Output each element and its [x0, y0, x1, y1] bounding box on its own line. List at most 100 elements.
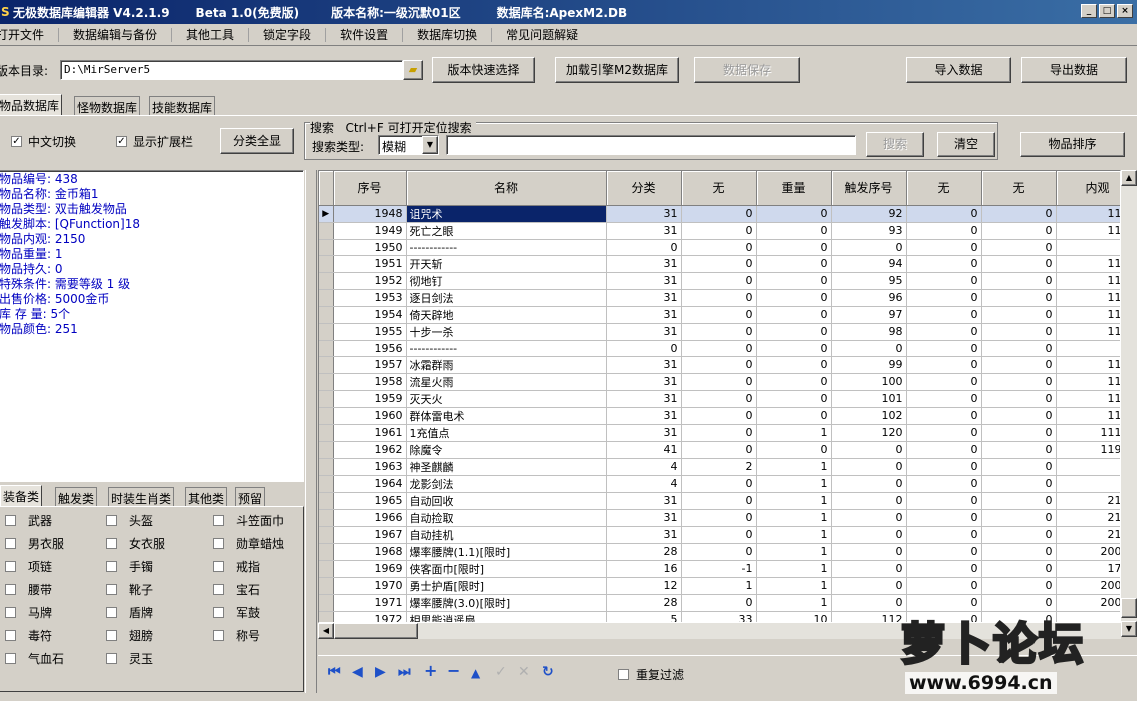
table-cell[interactable]: 0 — [906, 390, 982, 408]
table-cell[interactable]: 0 — [831, 560, 907, 578]
splitter[interactable] — [305, 170, 317, 693]
table-cell[interactable]: 31 — [606, 222, 682, 240]
table-cell[interactable]: 0 — [906, 205, 982, 223]
table-cell[interactable]: 1148 — [1056, 390, 1120, 408]
table-row[interactable]: 1966自动捡取31010002150 — [319, 509, 1120, 527]
table-cell[interactable]: 0 — [906, 509, 982, 527]
table-cell[interactable]: -1 — [681, 560, 757, 578]
table-row[interactable]: 1950------------0000000 — [319, 239, 1120, 256]
table-cell[interactable]: 92 — [831, 205, 907, 223]
table-row[interactable]: 1958流星火雨3100100001148 — [319, 373, 1120, 391]
first-record-icon[interactable]: ⏮ — [328, 664, 341, 680]
table-cell[interactable]: 0 — [831, 577, 907, 595]
tab-monsters-db[interactable]: 怪物数据库 — [74, 96, 141, 115]
table-cell[interactable]: 1970 — [333, 577, 407, 595]
table-cell[interactable]: 0 — [906, 492, 982, 510]
table-cell[interactable]: 灭天火 — [406, 390, 607, 408]
category-checkbox[interactable] — [106, 652, 117, 664]
table-cell[interactable]: 0 — [906, 526, 982, 544]
category-item[interactable]: 项链 — [5, 558, 106, 574]
table-cell[interactable]: 0 — [606, 239, 682, 256]
col-trigger-id[interactable]: 触发序号 — [831, 171, 907, 206]
table-cell[interactable]: 1966 — [333, 509, 407, 527]
load-engine-button[interactable]: 加载引擎M2数据库 — [555, 57, 679, 83]
table-cell[interactable]: 0 — [831, 340, 907, 357]
table-cell[interactable]: 0 — [981, 492, 1057, 510]
table-row[interactable]: 1954倚天辟地310097001148 — [319, 306, 1120, 324]
table-cell[interactable]: 1 — [756, 526, 832, 544]
table-cell[interactable]: 冰霜群雨 — [406, 356, 607, 374]
table-cell[interactable]: 31 — [606, 407, 682, 425]
table-cell[interactable]: 1 — [756, 458, 832, 476]
table-cell[interactable]: 1148 — [1056, 205, 1120, 223]
table-cell[interactable]: 0 — [681, 441, 757, 459]
table-cell[interactable]: 101 — [831, 390, 907, 408]
menu-other-tools[interactable]: 其他工具 — [172, 27, 250, 42]
table-row[interactable]: 1963神圣麒麟4210000 — [319, 458, 1120, 476]
table-cell[interactable]: 94 — [831, 255, 907, 273]
table-cell[interactable]: 死亡之眼 — [406, 222, 607, 240]
table-cell[interactable]: 28 — [606, 594, 682, 612]
category-item[interactable]: 手镯 — [106, 558, 213, 574]
last-record-icon[interactable]: ⏭ — [398, 664, 411, 680]
category-item[interactable]: 军鼓 — [213, 604, 300, 620]
table-cell[interactable]: 0 — [831, 239, 907, 256]
table-cell[interactable]: 0 — [981, 356, 1057, 374]
table-cell[interactable]: 1 — [756, 492, 832, 510]
table-cell[interactable]: 0 — [906, 306, 982, 324]
table-cell[interactable]: 1957 — [333, 356, 407, 374]
table-cell[interactable]: 0 — [681, 373, 757, 391]
tab-skills-db[interactable]: 技能数据库 — [149, 96, 216, 115]
table-cell[interactable]: 31 — [606, 255, 682, 273]
table-cell[interactable]: 0 — [906, 543, 982, 561]
table-row[interactable]: 1957冰霜群雨310099001148 — [319, 356, 1120, 374]
table-cell[interactable]: 95 — [831, 272, 907, 290]
table-cell[interactable]: 0 — [756, 407, 832, 425]
table-cell[interactable]: 0 — [681, 255, 757, 273]
table-cell[interactable]: 2150 — [1056, 492, 1120, 510]
table-cell[interactable]: 开天斩 — [406, 255, 607, 273]
category-checkbox[interactable] — [106, 560, 117, 572]
table-cell[interactable]: 0 — [981, 222, 1057, 240]
table-cell[interactable]: 0 — [681, 492, 757, 510]
table-cell[interactable]: 0 — [906, 239, 982, 256]
table-cell[interactable]: 0 — [756, 306, 832, 324]
import-button[interactable]: 导入数据 — [906, 57, 1011, 83]
table-cell[interactable]: 0 — [756, 255, 832, 273]
table-cell[interactable]: 1148 — [1056, 222, 1120, 240]
export-button[interactable]: 导出数据 — [1021, 57, 1127, 83]
table-cell[interactable]: 0 — [681, 272, 757, 290]
table-cell[interactable]: 诅咒术 — [406, 205, 607, 223]
table-cell[interactable]: 1 — [756, 475, 832, 493]
table-cell[interactable]: 12 — [606, 577, 682, 595]
table-row[interactable]: 1956------------0000000 — [319, 340, 1120, 357]
category-checkbox[interactable] — [213, 537, 224, 549]
table-cell[interactable]: 31 — [606, 205, 682, 223]
table-cell[interactable]: 0 — [1056, 458, 1120, 476]
table-cell[interactable]: 0 — [681, 424, 757, 442]
scroll-left-icon[interactable]: ◀ — [318, 623, 334, 639]
category-checkbox[interactable] — [5, 606, 16, 618]
table-cell[interactable]: 1956 — [333, 340, 407, 357]
table-cell[interactable]: 0 — [906, 373, 982, 391]
col-none-1[interactable]: 无 — [681, 171, 757, 206]
table-cell[interactable]: 0 — [906, 458, 982, 476]
table-cell[interactable]: 1968 — [333, 543, 407, 561]
table-cell[interactable]: 0 — [681, 340, 757, 357]
col-appearance[interactable]: 内观 — [1056, 171, 1120, 206]
table-cell[interactable]: 0 — [906, 577, 982, 595]
table-cell[interactable]: 98 — [831, 323, 907, 341]
table-cell[interactable]: 5 — [606, 611, 682, 622]
table-cell[interactable]: 1148 — [1056, 373, 1120, 391]
table-cell[interactable]: 31 — [606, 526, 682, 544]
category-item[interactable]: 灵玉 — [106, 650, 213, 666]
table-cell[interactable]: 1948 — [333, 205, 407, 223]
table-cell[interactable]: 自动回收 — [406, 492, 607, 510]
dup-filter-checkbox[interactable] — [618, 669, 629, 680]
table-cell[interactable]: 逐日剑法 — [406, 289, 607, 307]
table-row[interactable]: 1951开天斩310094001148 — [319, 255, 1120, 273]
tab-other[interactable]: 其他类 — [185, 487, 228, 506]
category-checkbox[interactable] — [5, 652, 16, 664]
chevron-down-icon[interactable]: ▼ — [422, 136, 438, 154]
table-cell[interactable]: 彻地钉 — [406, 272, 607, 290]
